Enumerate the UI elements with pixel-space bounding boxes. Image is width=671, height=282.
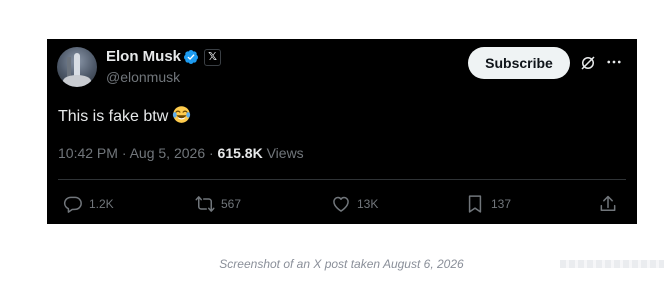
views-label: Views — [262, 145, 304, 161]
verified-badge-icon[interactable] — [183, 49, 199, 65]
post-text: This is fake btw — [58, 105, 191, 126]
avatar-smoke — [63, 75, 91, 87]
divider — [58, 179, 626, 180]
page: Elon Musk 𝕏 @elonmusk Subscribe This is … — [0, 0, 671, 282]
subscribe-button[interactable]: Subscribe — [468, 47, 570, 79]
repost-button[interactable]: 567 — [195, 193, 241, 215]
repost-count: 567 — [221, 197, 242, 211]
bookmark-icon — [468, 195, 482, 213]
reply-count: 1.2K — [89, 197, 114, 211]
author-display-name[interactable]: Elon Musk — [106, 48, 181, 65]
blurred-watermark — [560, 260, 664, 268]
more-options-icon[interactable] — [605, 53, 623, 71]
x-affiliate-badge-icon[interactable]: 𝕏 — [204, 49, 221, 66]
like-count: 13K — [357, 197, 379, 211]
x-post-card[interactable]: Elon Musk 𝕏 @elonmusk Subscribe This is … — [47, 39, 637, 224]
face-with-tears-of-joy-icon — [173, 106, 191, 123]
post-timestamp[interactable]: 10:42 PM · Aug 5, 2026 · — [58, 145, 218, 161]
views-count: 615.8K — [217, 145, 263, 161]
avatar[interactable] — [57, 47, 97, 87]
grok-icon[interactable] — [579, 54, 597, 72]
repost-icon — [195, 196, 215, 212]
bookmark-count: 137 — [491, 197, 512, 211]
bookmark-button[interactable]: 137 — [465, 193, 511, 215]
like-button[interactable]: 13K — [331, 193, 378, 215]
reply-icon — [63, 196, 82, 213]
like-icon — [333, 196, 349, 212]
reply-button[interactable]: 1.2K — [63, 193, 114, 215]
share-button[interactable] — [598, 193, 624, 215]
author-handle[interactable]: @elonmusk — [106, 69, 180, 85]
post-text-content: This is fake btw — [58, 108, 169, 125]
post-metadata: 10:42 PM · Aug 5, 2026 · 615.8K Views — [58, 145, 304, 161]
share-icon — [600, 195, 616, 211]
